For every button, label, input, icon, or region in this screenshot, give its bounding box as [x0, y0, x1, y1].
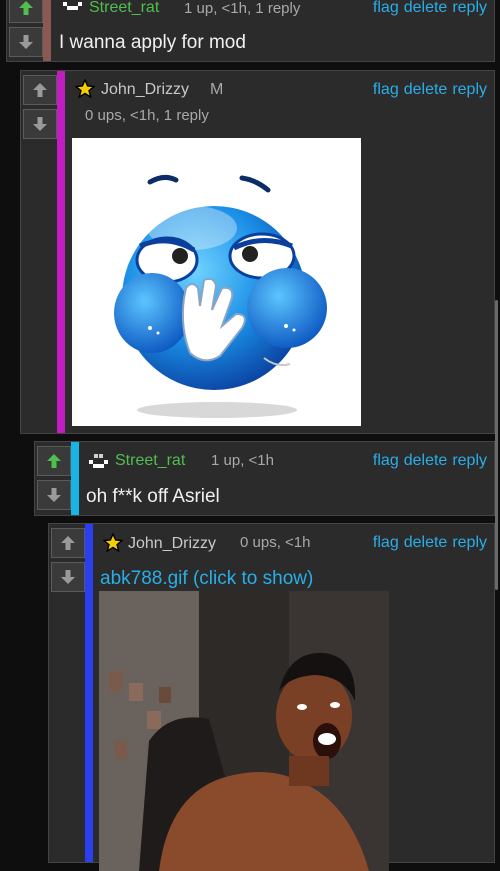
flag-link[interactable]: flag — [373, 452, 399, 469]
scrollbar[interactable] — [495, 300, 498, 590]
downvote-button[interactable] — [37, 480, 71, 510]
comment-actions: flag delete reply — [368, 452, 487, 470]
username[interactable]: Street_rat — [115, 452, 185, 470]
username[interactable]: John_Drizzy — [128, 535, 216, 553]
delete-link[interactable]: delete — [404, 0, 448, 16]
arrow-up-icon — [47, 454, 61, 468]
upvote-button[interactable] — [37, 446, 71, 476]
avatar-pixel-icon — [89, 454, 108, 468]
arrow-up-icon — [19, 1, 33, 15]
comment-street-rat-2: Street_rat 1 up, <1h flag delete reply oh … — [34, 441, 495, 516]
reply-link[interactable]: reply — [452, 534, 487, 551]
star-icon — [103, 533, 123, 553]
thread-bar — [71, 442, 79, 515]
comment-gif[interactable] — [99, 591, 389, 871]
comment-actions: flag delete reply — [368, 0, 487, 17]
upvote-button[interactable] — [9, 0, 43, 23]
delete-link[interactable]: delete — [404, 534, 448, 551]
delete-link[interactable]: delete — [404, 81, 448, 98]
laughing-emoji-image — [114, 174, 327, 418]
gif-show-link[interactable]: abk788.gif (click to show) — [100, 568, 313, 590]
comment-meta: 1 up, <1h — [211, 452, 274, 469]
comment-meta: 0 ups, <1h — [240, 534, 311, 551]
comment-john-drizzy-2: John_Drizzy 0 ups, <1h flag delete reply a… — [48, 523, 495, 871]
downvote-button[interactable] — [9, 27, 43, 57]
comment-meta: 1 up, <1h, 1 reply — [184, 0, 301, 17]
comment-actions: flag delete reply — [368, 534, 487, 552]
downvote-button[interactable] — [23, 109, 57, 139]
arrow-down-icon — [33, 117, 47, 131]
reply-link[interactable]: reply — [452, 81, 487, 98]
arrow-down-icon — [47, 488, 61, 502]
arrow-up-icon — [61, 536, 75, 550]
avatar-pixel-icon — [63, 2, 82, 10]
gif-image — [99, 591, 389, 871]
arrow-down-icon — [19, 35, 33, 49]
reply-link[interactable]: reply — [452, 452, 487, 469]
comment-john-drizzy-1: John_Drizzy M flag delete reply 0 ups, <1h… — [20, 70, 495, 434]
flag-link[interactable]: flag — [373, 0, 399, 16]
flag-link[interactable]: flag — [373, 81, 399, 98]
username[interactable]: John_Drizzy — [101, 81, 189, 99]
flag-link[interactable]: flag — [373, 534, 399, 551]
upvote-button[interactable] — [23, 75, 57, 105]
reply-link[interactable]: reply — [452, 0, 487, 16]
upvote-button[interactable] — [51, 528, 85, 558]
arrow-up-icon — [33, 83, 47, 97]
thread-bar — [43, 0, 51, 61]
user-flair: M — [210, 81, 224, 98]
comment-meta: 0 ups, <1h, 1 reply — [85, 107, 209, 124]
username[interactable]: Street_rat — [89, 0, 159, 17]
star-icon — [75, 79, 95, 99]
comment-street-rat-1: Street_rat 1 up, <1h, 1 reply flag delete… — [6, 0, 495, 62]
arrow-down-icon — [61, 570, 75, 584]
thread-bar — [57, 71, 65, 433]
thread-bar — [85, 524, 93, 862]
comment-actions: flag delete reply — [368, 81, 487, 99]
downvote-button[interactable] — [51, 562, 85, 592]
delete-link[interactable]: delete — [404, 452, 448, 469]
comment-text: oh f**k off Asriel — [86, 486, 220, 507]
comment-image[interactable] — [72, 138, 361, 426]
comment-text: I wanna apply for mod — [59, 32, 246, 53]
